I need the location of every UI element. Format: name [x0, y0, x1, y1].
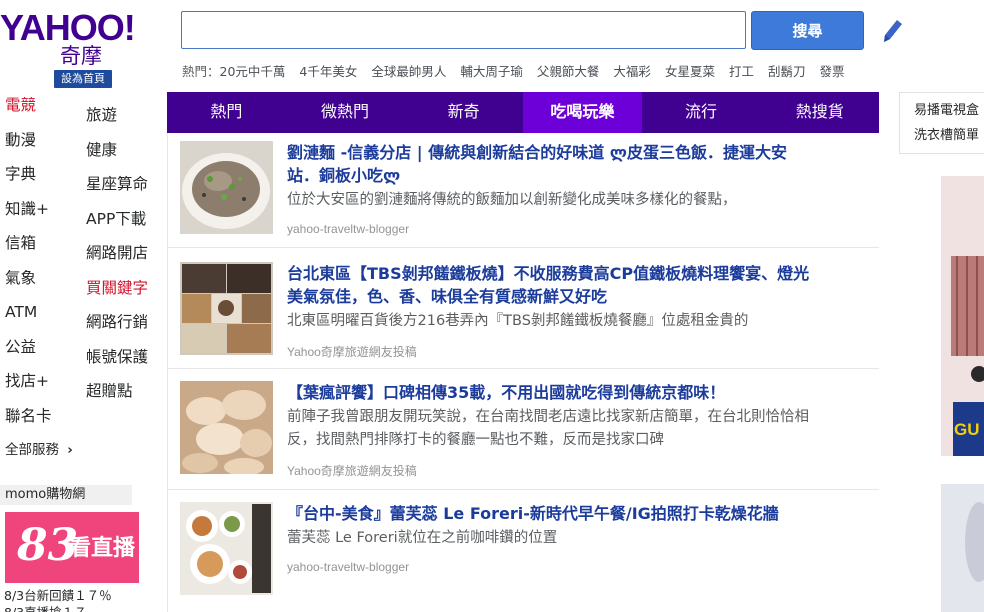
tab-item[interactable]: 熱門 [167, 92, 286, 133]
hot-link[interactable]: 輔大周子瑜 [460, 64, 523, 79]
hot-search-bar: 熱門：20元中千萬 4千年美女 全球最帥男人 輔大周子瑜 父親節大餐 大福彩 女星夏菜 打工刮… [182, 61, 982, 79]
article-thumbnail[interactable] [180, 141, 273, 234]
sidebar-item[interactable]: 超贈點 [86, 378, 166, 413]
article-thumbnail[interactable] [180, 262, 273, 355]
all-services-label: 全部服務 [5, 442, 59, 458]
pencil-icon[interactable] [882, 18, 904, 44]
sidebar-item[interactable]: 聯名卡 [5, 403, 80, 438]
logo-subtitle: 奇摩 [60, 44, 102, 68]
ad-text: GU [954, 420, 980, 439]
tab-item[interactable]: 熱搜貨 [760, 92, 879, 133]
sidebar-item[interactable]: 公益 [5, 334, 80, 369]
hot-link[interactable]: 父親節大餐 [537, 64, 600, 79]
article-thumbnail[interactable] [180, 381, 273, 474]
chevron-right-icon: › [67, 442, 73, 458]
sidebar-item[interactable]: 帳號保護 [86, 344, 166, 379]
momo-banner[interactable]: 83 看直播 [5, 512, 139, 583]
article-description: 前陣子我曾跟朋友開玩笑說，在台南找間老店遠比找家新店簡單，在台北則恰恰相反，找間… [287, 409, 809, 448]
article-title[interactable]: 『台中-美食』蕾芙蕊 Le Foreri-新時代早午餐/IG拍照打卡乾燥花牆 [287, 502, 817, 525]
hot-links: 20元中千萬 4千年美女 全球最帥男人 輔大周子瑜 父親節大餐 大福彩 女星夏菜 打工 刮鬍刀發… [220, 64, 859, 79]
article-description: 蕾芙蕊 Le Foreri就位在之前咖啡鑽的位置 [287, 530, 558, 546]
right-links-box: 易播電視盒 洗衣槽簡單 [899, 92, 984, 154]
sidebar-item[interactable]: 字典 [5, 161, 80, 196]
hot-link[interactable]: 20元中千萬 [220, 64, 286, 79]
article-item[interactable]: 【葉瘋評饗】口碑相傳35載，不用出國就吃得到傳統京都味！ 前陣子我曾跟朋友開玩笑… [180, 381, 870, 481]
tab-item[interactable]: 流行 [642, 92, 761, 133]
sidebar-item[interactable]: 動漫 [5, 127, 80, 162]
article-source: Yahoo奇摩旅遊網友投稿 [287, 345, 417, 359]
article-item[interactable]: 『台中-美食』蕾芙蕊 Le Foreri-新時代早午餐/IG拍照打卡乾燥花牆 蕾… [180, 502, 870, 602]
right-ad-banner[interactable]: GU [941, 176, 984, 456]
tab-item[interactable]: 新奇 [404, 92, 523, 133]
hot-link[interactable]: 刮鬍刀 [768, 64, 806, 79]
hot-link[interactable]: 女星夏菜 [665, 64, 715, 79]
sidebar-item[interactable]: 旅遊 [86, 102, 166, 137]
hot-link[interactable]: 發票 [819, 64, 844, 79]
yahoo-homepage: YAHOO! 奇摩 設為首頁 搜尋 熱門：20元中千萬 4千年美女 全球最帥男人 輔大… [0, 0, 984, 612]
article-divider [167, 368, 879, 369]
article-title[interactable]: 劉漣麵 -信義分店 | 傳統與創新結合的好味道 ლ皮蛋三色飯．捷運大安站．銅板小… [287, 141, 817, 187]
sidebar-item[interactable]: 星座算命 [86, 171, 166, 206]
article-description: 北東區明曜百貨後方216巷弄內『TBS剝邦饈鐵板燒餐廳』位處租金貴的 [287, 313, 749, 329]
ad-image [941, 176, 984, 456]
tab-item[interactable]: 微熱門 [286, 92, 405, 133]
left-sidebar: 電競 動漫 字典 知識+ 信箱 氣象 ATM 公益 找店+ 聯名卡 旅遊 健康 星座算命 APP下載 網路… [0, 92, 166, 612]
search-button[interactable]: 搜尋 [751, 11, 864, 50]
yahoo-logo[interactable]: YAHOO! 奇摩 設為首頁 [0, 6, 140, 88]
article-title[interactable]: 台北東區【TBS剝邦饈鐵板燒】不收服務費高CP值鐵板燒料理饗宴、燈光美氣氛佳，色… [287, 262, 817, 308]
right-ad-banner-2[interactable] [941, 484, 984, 612]
hot-label: 熱門： [182, 64, 220, 79]
search-input[interactable] [181, 11, 746, 49]
category-tabs: 熱門 微熱門 新奇 吃喝玩樂 流行 熱搜貨 [167, 92, 879, 133]
sidebar-item[interactable]: 氣象 [5, 265, 80, 300]
article-divider [167, 247, 879, 248]
logo-wordmark: YAHOO! [0, 7, 136, 48]
article-description: 位於大安區的劉漣麵將傳統的飯麵加以創新變化成美味多樣化的餐點， [287, 192, 737, 208]
hot-link[interactable]: 4千年美女 [299, 64, 357, 79]
article-thumbnail[interactable] [180, 502, 273, 595]
sidebar-item[interactable]: 信箱 [5, 230, 80, 265]
sidebar-item[interactable]: 知識+ [5, 196, 80, 231]
right-link[interactable]: 易播電視盒 [914, 99, 979, 118]
sidebar-item[interactable]: 買關鍵字 [86, 275, 166, 310]
right-link[interactable]: 洗衣槽簡單 [914, 124, 979, 143]
momo-promo-line[interactable]: 8/3直播搶１７ [4, 602, 87, 612]
sidebar-item[interactable]: 健康 [86, 137, 166, 172]
sidebar-item[interactable]: 電競 [5, 92, 80, 127]
momo-title: momo購物網 [0, 485, 132, 505]
sidebar-item[interactable]: ATM [5, 299, 80, 334]
article-title[interactable]: 【葉瘋評饗】口碑相傳35載，不用出國就吃得到傳統京都味！ [287, 381, 817, 404]
article-divider [167, 489, 879, 490]
momo-banner-text: 看直播 [69, 536, 136, 561]
hot-link[interactable]: 大福彩 [613, 64, 651, 79]
sidebar-column-2: 旅遊 健康 星座算命 APP下載 網路開店 買關鍵字 網路行銷 帳號保護 超贈點 [86, 102, 166, 413]
main-divider [167, 133, 168, 612]
set-homepage-button[interactable]: 設為首頁 [54, 70, 112, 88]
hot-link[interactable]: 全球最帥男人 [371, 64, 446, 79]
hot-link[interactable]: 打工 [729, 64, 754, 79]
article-source: yahoo-traveltw-blogger [287, 560, 410, 574]
sidebar-item[interactable]: 網路開店 [86, 240, 166, 275]
article-item[interactable]: 台北東區【TBS剝邦饈鐵板燒】不收服務費高CP值鐵板燒料理饗宴、燈光美氣氛佳，色… [180, 262, 870, 362]
sidebar-column-1: 電競 動漫 字典 知識+ 信箱 氣象 ATM 公益 找店+ 聯名卡 [5, 92, 80, 437]
sidebar-item[interactable]: APP下載 [86, 206, 166, 241]
article-source: Yahoo奇摩旅遊網友投稿 [287, 464, 417, 478]
article-item[interactable]: 劉漣麵 -信義分店 | 傳統與創新結合的好味道 ლ皮蛋三色飯．捷運大安站．銅板小… [180, 141, 870, 241]
tab-item[interactable]: 吃喝玩樂 [523, 92, 642, 133]
ad-image [941, 484, 984, 612]
article-source: yahoo-traveltw-blogger [287, 222, 410, 236]
all-services-link[interactable]: 全部服務 › [5, 438, 73, 458]
sidebar-item[interactable]: 網路行銷 [86, 309, 166, 344]
sidebar-item[interactable]: 找店+ [5, 368, 80, 403]
